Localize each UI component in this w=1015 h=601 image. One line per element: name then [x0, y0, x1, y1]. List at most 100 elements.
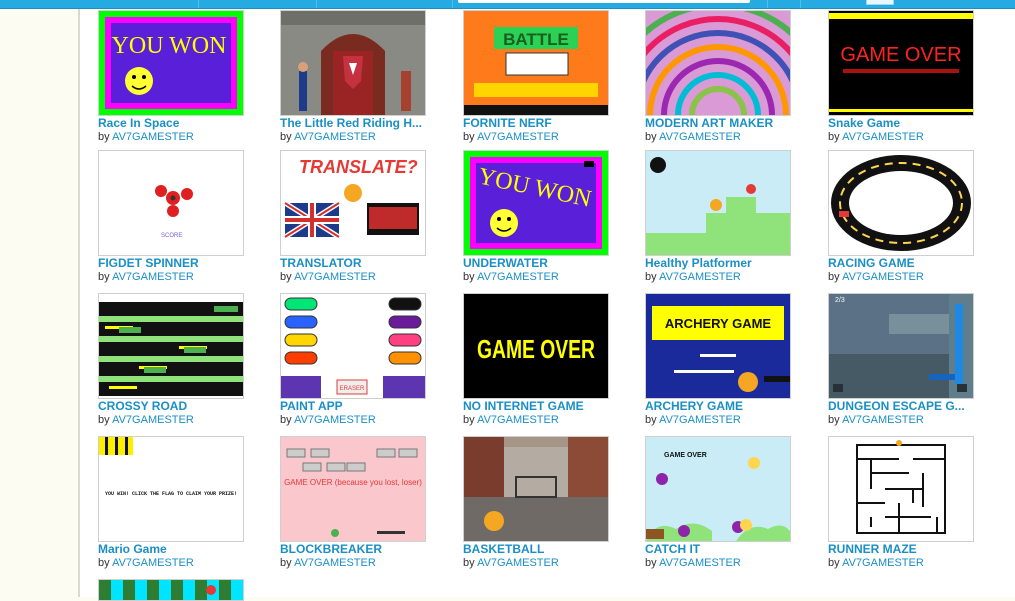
project-byline: by AV7GAMESTER	[463, 271, 623, 284]
project-thumbnail[interactable]	[463, 436, 609, 542]
author-link[interactable]: AV7GAMESTER	[477, 557, 559, 569]
nav-divider	[452, 0, 453, 8]
project-title[interactable]: The Little Red Riding H...	[280, 116, 440, 130]
project-title[interactable]: Healthy Platformer	[645, 256, 805, 270]
thumb-text: GAME OVER	[477, 334, 595, 364]
author-link[interactable]: AV7GAMESTER	[294, 557, 376, 569]
project-byline: by AV7GAMESTER	[828, 131, 988, 144]
project-byline: by AV7GAMESTER	[645, 271, 805, 284]
author-link[interactable]: AV7GAMESTER	[659, 131, 741, 143]
author-link[interactable]: AV7GAMESTER	[112, 557, 194, 569]
project-byline: by AV7GAMESTER	[98, 271, 258, 284]
project-thumbnail[interactable]: YOU WON	[98, 10, 244, 116]
author-link[interactable]: AV7GAMESTER	[659, 414, 741, 426]
project-title[interactable]: RACING GAME	[828, 256, 988, 270]
project-thumbnail[interactable]	[98, 293, 244, 399]
thumb-text: YOU WON	[112, 33, 227, 59]
project-thumbnail[interactable]	[98, 579, 244, 601]
by-label: by	[828, 131, 840, 143]
project-thumbnail[interactable]: GAME OVER	[645, 436, 791, 542]
nav-divider	[767, 0, 768, 8]
project-byline: by AV7GAMESTER	[98, 414, 258, 427]
project-title[interactable]: Mario Game	[98, 542, 258, 556]
by-label: by	[828, 557, 840, 569]
by-label: by	[463, 271, 475, 283]
author-link[interactable]: AV7GAMESTER	[112, 414, 194, 426]
project-thumbnail[interactable]	[828, 436, 974, 542]
messages-icon[interactable]	[866, 0, 894, 5]
by-label: by	[645, 557, 657, 569]
project-title[interactable]: MODERN ART MAKER	[645, 116, 805, 130]
thumb-text: YOU WIN! CLICK THE FLAG TO CLAIM YOUR PR…	[105, 491, 237, 497]
author-link[interactable]: AV7GAMESTER	[842, 557, 924, 569]
project-title[interactable]: DUNGEON ESCAPE G...	[828, 399, 988, 413]
project-title[interactable]: BASKETBALL	[463, 542, 623, 556]
by-label: by	[463, 557, 475, 569]
project-byline: by AV7GAMESTER	[463, 131, 623, 144]
by-label: by	[280, 131, 292, 143]
project-byline: by AV7GAMESTER	[280, 271, 440, 284]
author-link[interactable]: AV7GAMESTER	[112, 131, 194, 143]
project-byline: by AV7GAMESTER	[645, 557, 805, 570]
author-link[interactable]: AV7GAMESTER	[477, 414, 559, 426]
project-byline: by AV7GAMESTER	[280, 557, 440, 570]
by-label: by	[645, 131, 657, 143]
by-label: by	[828, 271, 840, 283]
thumb-text: GAME OVER	[664, 452, 707, 459]
project-thumbnail[interactable]: TRANSLATE?	[280, 150, 426, 256]
by-label: by	[280, 414, 292, 426]
by-label: by	[828, 414, 840, 426]
project-byline: by AV7GAMESTER	[98, 557, 258, 570]
project-title[interactable]: CATCH IT	[645, 542, 805, 556]
author-link[interactable]: AV7GAMESTER	[477, 271, 559, 283]
project-byline: by AV7GAMESTER	[463, 414, 623, 427]
project-thumbnail[interactable]: GAME OVER (because you lost, loser)	[280, 436, 426, 542]
project-thumbnail[interactable]: YOU WON	[463, 150, 609, 256]
project-thumbnail[interactable]	[645, 150, 791, 256]
project-thumbnail[interactable]: GAME OVER	[463, 293, 609, 399]
by-label: by	[98, 131, 110, 143]
project-thumbnail[interactable]: ARCHERY GAME	[645, 293, 791, 399]
project-title[interactable]: ARCHERY GAME	[645, 399, 805, 413]
project-thumbnail[interactable]: GAME OVER	[828, 10, 974, 116]
project-title[interactable]: Snake Game	[828, 116, 988, 130]
project-title[interactable]: RUNNER MAZE	[828, 542, 988, 556]
project-grid: YOU WON Race In Space by AV7GAMESTER The…	[80, 9, 1015, 601]
author-link[interactable]: AV7GAMESTER	[477, 131, 559, 143]
project-thumbnail[interactable]	[645, 10, 791, 116]
project-title[interactable]: BLOCKBREAKER	[280, 542, 440, 556]
by-label: by	[645, 271, 657, 283]
project-byline: by AV7GAMESTER	[645, 414, 805, 427]
thumb-text: ARCHERY GAME	[665, 316, 772, 331]
author-link[interactable]: AV7GAMESTER	[659, 557, 741, 569]
project-title[interactable]: PAINT APP	[280, 399, 440, 413]
project-title[interactable]: FORNITE NERF	[463, 116, 623, 130]
author-link[interactable]: AV7GAMESTER	[842, 414, 924, 426]
by-label: by	[98, 271, 110, 283]
project-title[interactable]: UNDERWATER	[463, 256, 623, 270]
by-label: by	[463, 414, 475, 426]
author-link[interactable]: AV7GAMESTER	[294, 131, 376, 143]
project-title[interactable]: TRANSLATOR	[280, 256, 440, 270]
project-thumbnail[interactable]: 2/3	[828, 293, 974, 399]
project-thumbnail[interactable]	[280, 10, 426, 116]
project-title[interactable]: FIGDET SPINNER	[98, 256, 258, 270]
author-link[interactable]: AV7GAMESTER	[842, 271, 924, 283]
project-thumbnail[interactable]: SCORE	[98, 150, 244, 256]
author-link[interactable]: AV7GAMESTER	[294, 414, 376, 426]
project-title[interactable]: NO INTERNET GAME	[463, 399, 623, 413]
author-link[interactable]: AV7GAMESTER	[294, 271, 376, 283]
project-thumbnail[interactable]	[828, 150, 974, 256]
project-title[interactable]: Race In Space	[98, 116, 258, 130]
project-thumbnail[interactable]: BATTLE	[463, 10, 609, 116]
search-input[interactable]	[458, 0, 750, 3]
by-label: by	[280, 557, 292, 569]
project-thumbnail[interactable]: YOU WIN! CLICK THE FLAG TO CLAIM YOUR PR…	[98, 436, 244, 542]
project-title[interactable]: CROSSY ROAD	[98, 399, 258, 413]
author-link[interactable]: AV7GAMESTER	[659, 271, 741, 283]
thumb-text: BATTLE	[503, 30, 569, 49]
author-link[interactable]: AV7GAMESTER	[112, 271, 194, 283]
project-thumbnail[interactable]: ERASER	[280, 293, 426, 399]
author-link[interactable]: AV7GAMESTER	[842, 131, 924, 143]
project-byline: by AV7GAMESTER	[828, 271, 988, 284]
